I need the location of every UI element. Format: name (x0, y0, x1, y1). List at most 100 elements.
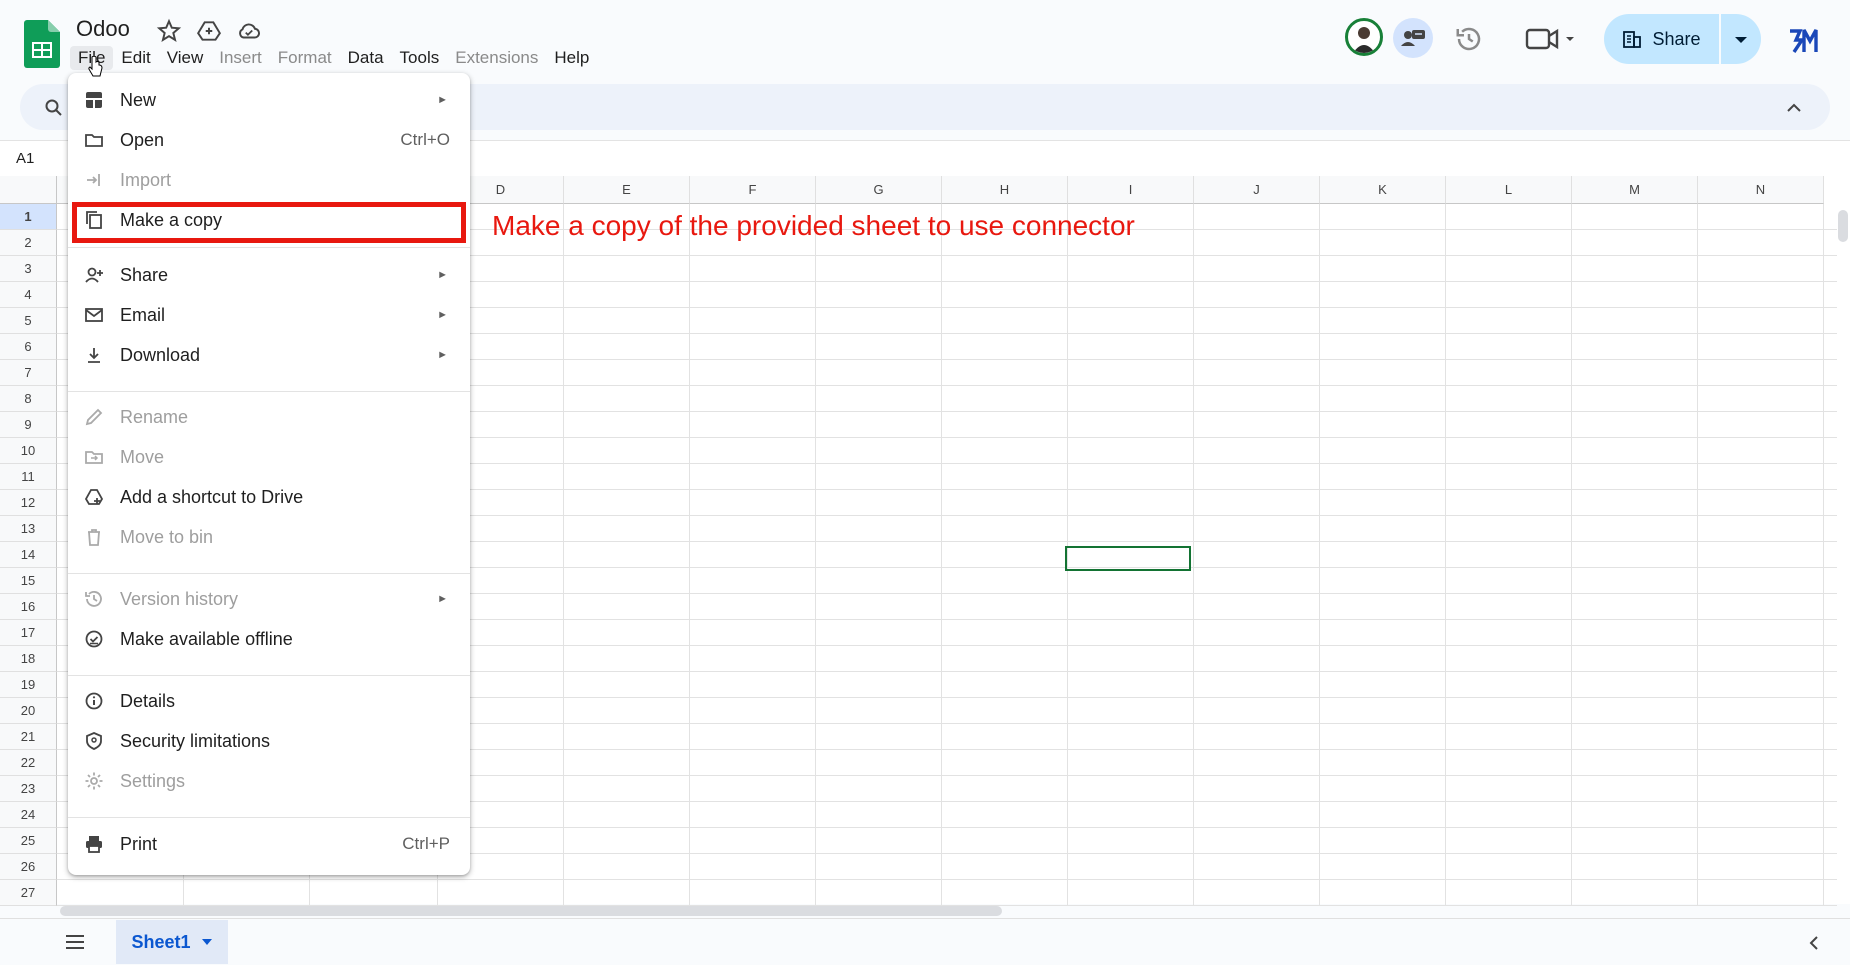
row-header[interactable]: 22 (0, 750, 57, 776)
menu-item-new[interactable]: New ► (68, 80, 470, 120)
horizontal-scrollbar[interactable] (60, 906, 1002, 916)
sheet-tab[interactable]: Sheet1 (116, 920, 228, 964)
name-box[interactable]: A1 (16, 150, 34, 167)
row-header[interactable]: 8 (0, 386, 57, 412)
menu-item-print[interactable]: Print Ctrl+P (68, 824, 470, 864)
file-menu: New ► Open Ctrl+O Import Make a copy Sha… (68, 73, 470, 875)
row-header[interactable]: 2 (0, 230, 57, 256)
menu-item-import[interactable]: Import (68, 160, 470, 200)
row-header[interactable]: 20 (0, 698, 57, 724)
doc-title[interactable]: Odoo (76, 16, 130, 42)
column-header[interactable]: K (1320, 176, 1446, 204)
move-folder-icon (85, 451, 103, 464)
menu-item-rename[interactable]: Rename (68, 397, 470, 437)
row-header[interactable]: 10 (0, 438, 57, 464)
menu-item-version-history[interactable]: Version history ► (68, 579, 470, 619)
row-header[interactable]: 7 (0, 360, 57, 386)
grid-col-line (1823, 204, 1824, 906)
trash-icon (88, 529, 100, 546)
row-header[interactable]: 3 (0, 256, 57, 282)
menu-bar: File Edit View Insert Format Data Tools … (70, 46, 597, 70)
row-header[interactable]: 4 (0, 282, 57, 308)
menu-item-security[interactable]: Security limitations (68, 721, 470, 761)
submenu-arrow-icon: ► (437, 593, 448, 605)
menu-view[interactable]: View (159, 46, 212, 70)
star-icon[interactable] (156, 18, 182, 44)
row-header[interactable]: 1 (0, 204, 57, 230)
grid-col-line (1445, 204, 1446, 906)
user-avatar-icon (1353, 27, 1375, 53)
menu-item-settings[interactable]: Settings (68, 761, 470, 801)
column-header[interactable]: N (1698, 176, 1824, 204)
share-dropdown-button[interactable] (1721, 14, 1761, 64)
menu-item-share[interactable]: Share ► (68, 255, 470, 295)
row-header[interactable]: 19 (0, 672, 57, 698)
row-header[interactable]: 17 (0, 620, 57, 646)
row-header[interactable]: 15 (0, 568, 57, 594)
column-header[interactable]: I (1068, 176, 1194, 204)
menu-item-move[interactable]: Move (68, 437, 470, 477)
menu-extensions[interactable]: Extensions (447, 46, 546, 70)
row-header[interactable]: 18 (0, 646, 57, 672)
history-icon[interactable] (1454, 24, 1484, 54)
menu-item-make-offline[interactable]: Make available offline (68, 619, 470, 659)
menu-item-details[interactable]: Details (68, 681, 470, 721)
avatar[interactable] (1345, 18, 1383, 56)
sheet-tab-label: Sheet1 (131, 931, 191, 952)
menu-edit[interactable]: Edit (113, 46, 158, 70)
all-sheets-menu-icon[interactable] (64, 934, 86, 950)
presence-button[interactable] (1393, 18, 1433, 58)
row-header[interactable]: 6 (0, 334, 57, 360)
row-header[interactable]: 26 (0, 854, 57, 880)
cloud-saved-icon[interactable] (236, 18, 262, 44)
search-menus-icon[interactable] (44, 98, 64, 118)
chevron-left-icon[interactable] (1806, 934, 1824, 952)
menu-data[interactable]: Data (340, 46, 392, 70)
row-header[interactable]: 14 (0, 542, 57, 568)
row-header[interactable]: 25 (0, 828, 57, 854)
row-header[interactable]: 16 (0, 594, 57, 620)
grid-col-line (1571, 204, 1572, 906)
menu-item-open[interactable]: Open Ctrl+O (68, 120, 470, 160)
annotation-text: Make a copy of the provided sheet to use… (492, 210, 1135, 241)
row-header[interactable]: 24 (0, 802, 57, 828)
menu-item-add-shortcut[interactable]: Add a shortcut to Drive (68, 477, 470, 517)
grid-row-line (57, 879, 1837, 880)
row-header[interactable]: 27 (0, 880, 57, 906)
column-header[interactable]: J (1194, 176, 1320, 204)
menu-tools[interactable]: Tools (392, 46, 448, 70)
row-header[interactable]: 5 (0, 308, 57, 334)
row-header[interactable]: 12 (0, 490, 57, 516)
sheets-logo-icon[interactable] (24, 20, 60, 68)
menu-format[interactable]: Format (270, 46, 340, 70)
menu-item-download[interactable]: Download ► (68, 335, 470, 375)
row-header[interactable]: 9 (0, 412, 57, 438)
meet-video-icon[interactable] (1525, 24, 1577, 54)
drive-shortcut-icon (84, 489, 104, 505)
history-icon (85, 591, 102, 607)
menu-item-move-to-bin[interactable]: Move to bin (68, 517, 470, 557)
column-header[interactable]: G (816, 176, 942, 204)
column-header[interactable]: F (690, 176, 816, 204)
selected-cell[interactable] (1065, 546, 1191, 571)
column-header[interactable]: H (942, 176, 1068, 204)
collapse-toolbar-icon[interactable] (1784, 98, 1804, 118)
brand-logo-icon[interactable] (1788, 26, 1818, 54)
menu-help[interactable]: Help (546, 46, 597, 70)
select-all-corner[interactable] (0, 176, 57, 204)
menu-insert[interactable]: Insert (211, 46, 270, 70)
highlight-box (72, 202, 466, 243)
column-header[interactable]: M (1572, 176, 1698, 204)
column-header[interactable]: L (1446, 176, 1572, 204)
row-header[interactable]: 21 (0, 724, 57, 750)
row-header[interactable]: 11 (0, 464, 57, 490)
share-button[interactable]: Share (1604, 14, 1719, 64)
move-to-drive-icon[interactable] (196, 18, 222, 44)
menu-divider (68, 573, 470, 574)
caret-down-icon[interactable] (201, 936, 213, 948)
vertical-scrollbar[interactable] (1838, 210, 1848, 242)
row-header[interactable]: 23 (0, 776, 57, 802)
row-header[interactable]: 13 (0, 516, 57, 542)
column-header[interactable]: E (564, 176, 690, 204)
menu-item-email[interactable]: Email ► (68, 295, 470, 335)
